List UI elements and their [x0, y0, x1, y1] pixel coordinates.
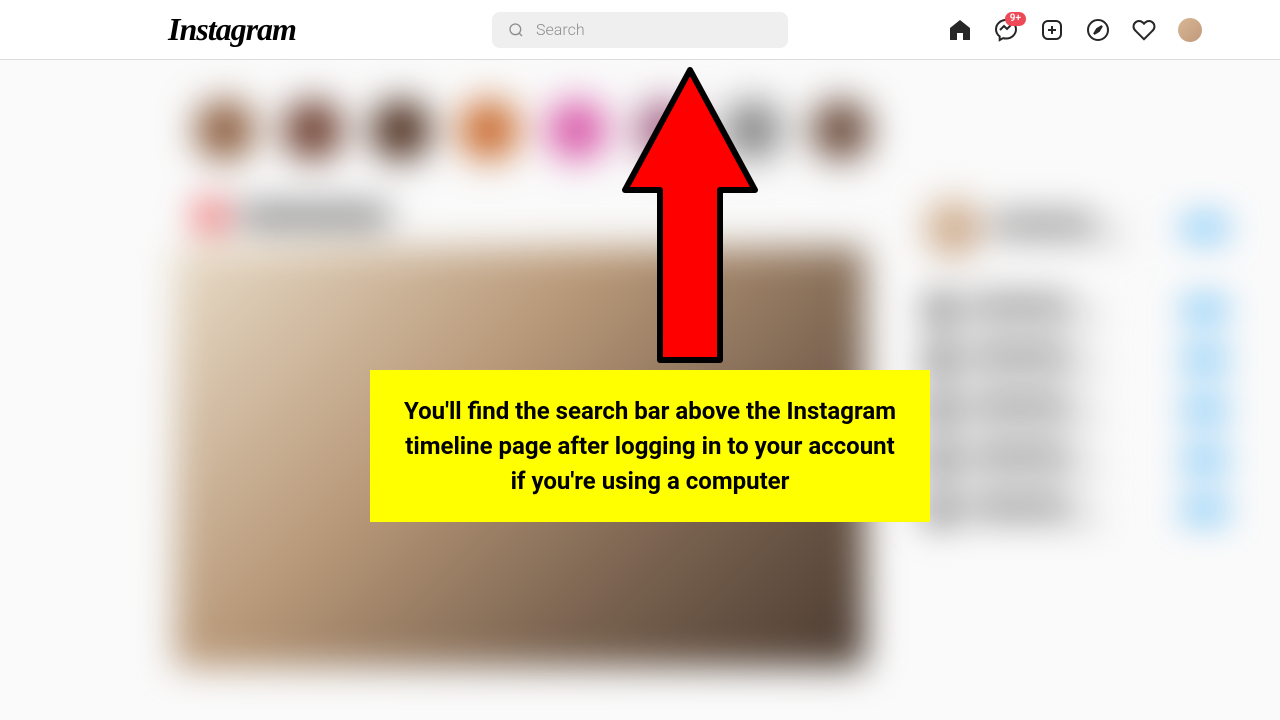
- explore-icon[interactable]: [1086, 18, 1110, 42]
- post-author[interactable]: [239, 209, 389, 223]
- follow-button[interactable]: [1185, 503, 1225, 517]
- annotation-callout: You'll find the search bar above the Ins…: [370, 370, 930, 522]
- switch-button[interactable]: [1185, 221, 1225, 235]
- top-nav: Instagram Search 9+: [0, 0, 1280, 60]
- messenger-icon[interactable]: 9+: [994, 18, 1018, 42]
- follow-button[interactable]: [1185, 453, 1225, 467]
- notification-badge: 9+: [1005, 12, 1026, 26]
- nav-icons: 9+: [948, 18, 1202, 42]
- follow-button[interactable]: [1185, 353, 1225, 367]
- story-item[interactable]: [195, 100, 255, 160]
- search-placeholder: Search: [536, 20, 585, 39]
- post-avatar[interactable]: [195, 200, 227, 232]
- story-item[interactable]: [371, 100, 431, 160]
- instagram-logo[interactable]: Instagram: [168, 11, 296, 48]
- arrow-annotation: [615, 60, 765, 374]
- search-input[interactable]: Search: [492, 12, 788, 48]
- story-item[interactable]: [811, 100, 871, 160]
- follow-button[interactable]: [1185, 403, 1225, 417]
- activity-icon[interactable]: [1132, 18, 1156, 42]
- follow-button[interactable]: [1185, 303, 1225, 317]
- suggestions-sidebar: [925, 200, 1225, 667]
- story-item[interactable]: [459, 100, 519, 160]
- search-icon: [508, 22, 524, 38]
- current-user-avatar[interactable]: [925, 200, 981, 256]
- story-item[interactable]: [283, 100, 343, 160]
- profile-avatar[interactable]: [1178, 18, 1202, 42]
- new-post-icon[interactable]: [1040, 18, 1064, 42]
- home-icon[interactable]: [948, 18, 972, 42]
- story-item[interactable]: [547, 100, 607, 160]
